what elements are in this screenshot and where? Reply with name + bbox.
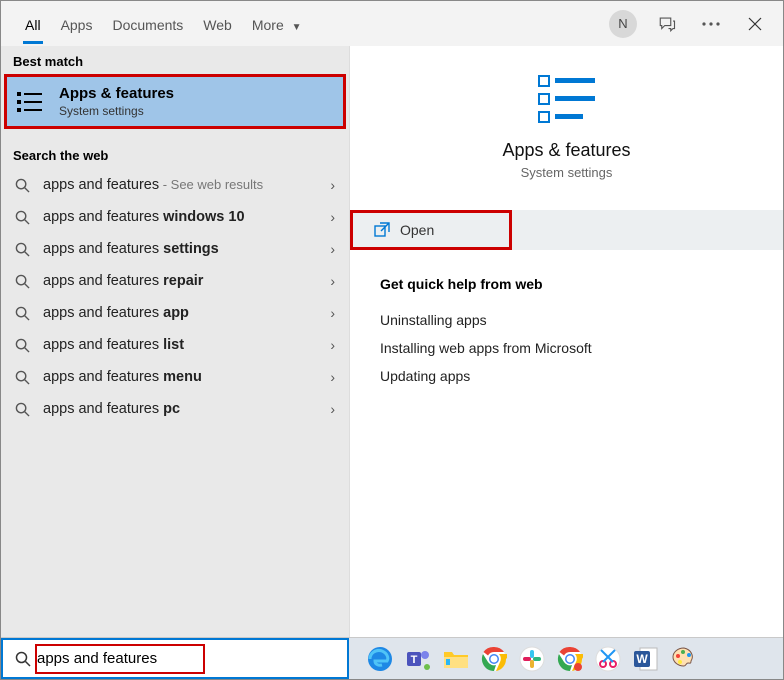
best-match-subtitle: System settings	[59, 104, 174, 118]
open-icon	[374, 222, 390, 238]
preview-subtitle: System settings	[521, 165, 613, 180]
taskbar: T W	[349, 638, 783, 679]
close-icon[interactable]	[741, 10, 769, 38]
search-window: All Apps Documents Web More ▼ N Best mat…	[0, 0, 784, 680]
tab-web[interactable]: Web	[193, 5, 242, 43]
web-result-label: apps and features app	[43, 305, 318, 321]
tab-apps[interactable]: Apps	[51, 5, 103, 43]
search-icon	[15, 178, 31, 193]
chevron-right-icon: ›	[330, 401, 335, 417]
help-section: Get quick help from web Uninstalling app…	[350, 250, 783, 416]
preview-title: Apps & features	[502, 140, 630, 161]
web-results-list: apps and features - See web results›apps…	[1, 169, 349, 637]
tab-more-label: More	[252, 17, 284, 33]
web-result-label: apps and features - See web results	[43, 177, 318, 193]
tab-documents[interactable]: Documents	[102, 5, 193, 43]
preview-header: Apps & features System settings	[350, 46, 783, 200]
search-input[interactable]	[37, 640, 341, 677]
taskbar-slack-icon[interactable]	[517, 644, 547, 674]
top-right-controls: N	[609, 10, 769, 38]
best-match-text: Apps & features System settings	[59, 85, 174, 118]
open-button[interactable]: Open	[350, 210, 783, 250]
search-icon	[15, 210, 31, 225]
preview-list-icon	[535, 72, 599, 126]
chevron-right-icon: ›	[330, 337, 335, 353]
web-result-item[interactable]: apps and features menu ›	[1, 361, 349, 393]
taskbar-paint-icon[interactable]	[669, 644, 699, 674]
chevron-right-icon: ›	[330, 369, 335, 385]
search-icon	[15, 338, 31, 353]
search-icon	[15, 370, 31, 385]
chevron-right-icon: ›	[330, 273, 335, 289]
taskbar-word-icon[interactable]: W	[631, 644, 661, 674]
web-result-label: apps and features menu	[43, 369, 318, 385]
help-link[interactable]: Updating apps	[380, 362, 753, 390]
chevron-down-icon: ▼	[292, 22, 302, 33]
taskbar-edge-icon[interactable]	[365, 644, 395, 674]
preview-pane: Apps & features System settings Open Get…	[349, 46, 783, 637]
more-options-icon[interactable]	[697, 10, 725, 38]
search-icon	[15, 242, 31, 257]
taskbar-teams-icon[interactable]: T	[403, 644, 433, 674]
user-avatar[interactable]: N	[609, 10, 637, 38]
web-result-item[interactable]: apps and features app ›	[1, 297, 349, 329]
web-result-label: apps and features pc	[43, 401, 318, 417]
web-result-label: apps and features repair	[43, 273, 318, 289]
chevron-right-icon: ›	[330, 241, 335, 257]
search-box[interactable]	[1, 638, 349, 679]
search-icon	[15, 402, 31, 417]
taskbar-chrome2-icon[interactable]	[555, 644, 585, 674]
svg-text:W: W	[636, 652, 648, 666]
best-match-title: Apps & features	[59, 85, 174, 102]
web-result-label: apps and features windows 10	[43, 209, 318, 225]
web-result-item[interactable]: apps and features windows 10 ›	[1, 201, 349, 233]
tab-all[interactable]: All	[15, 5, 51, 43]
search-icon	[15, 651, 31, 667]
chevron-right-icon: ›	[330, 305, 335, 321]
web-result-item[interactable]: apps and features list ›	[1, 329, 349, 361]
chevron-right-icon: ›	[330, 177, 335, 193]
web-result-item[interactable]: apps and features repair ›	[1, 265, 349, 297]
web-result-label: apps and features list	[43, 337, 318, 353]
help-header: Get quick help from web	[380, 276, 753, 292]
bottom-bar: T W	[1, 637, 783, 679]
help-link[interactable]: Installing web apps from Microsoft	[380, 334, 753, 362]
help-link[interactable]: Uninstalling apps	[380, 306, 753, 334]
tab-more[interactable]: More ▼	[242, 5, 312, 43]
chevron-right-icon: ›	[330, 209, 335, 225]
taskbar-chrome-icon[interactable]	[479, 644, 509, 674]
svg-text:T: T	[411, 654, 418, 666]
web-result-label: apps and features settings	[43, 241, 318, 257]
list-settings-icon	[17, 88, 45, 116]
open-label: Open	[400, 222, 434, 238]
search-web-header: Search the web	[1, 140, 349, 169]
search-icon	[15, 274, 31, 289]
search-icon	[15, 306, 31, 321]
content-area: Best match Apps & features System settin…	[1, 46, 783, 637]
taskbar-snip-icon[interactable]	[593, 644, 623, 674]
web-result-item[interactable]: apps and features - See web results ›	[1, 169, 349, 201]
filter-tabs: All Apps Documents Web More ▼ N	[1, 1, 783, 46]
results-pane: Best match Apps & features System settin…	[1, 46, 349, 637]
feedback-icon[interactable]	[653, 10, 681, 38]
best-match-header: Best match	[1, 46, 349, 75]
web-result-item[interactable]: apps and features settings ›	[1, 233, 349, 265]
web-result-item[interactable]: apps and features pc ›	[1, 393, 349, 425]
taskbar-explorer-icon[interactable]	[441, 644, 471, 674]
best-match-result[interactable]: Apps & features System settings	[5, 75, 345, 128]
